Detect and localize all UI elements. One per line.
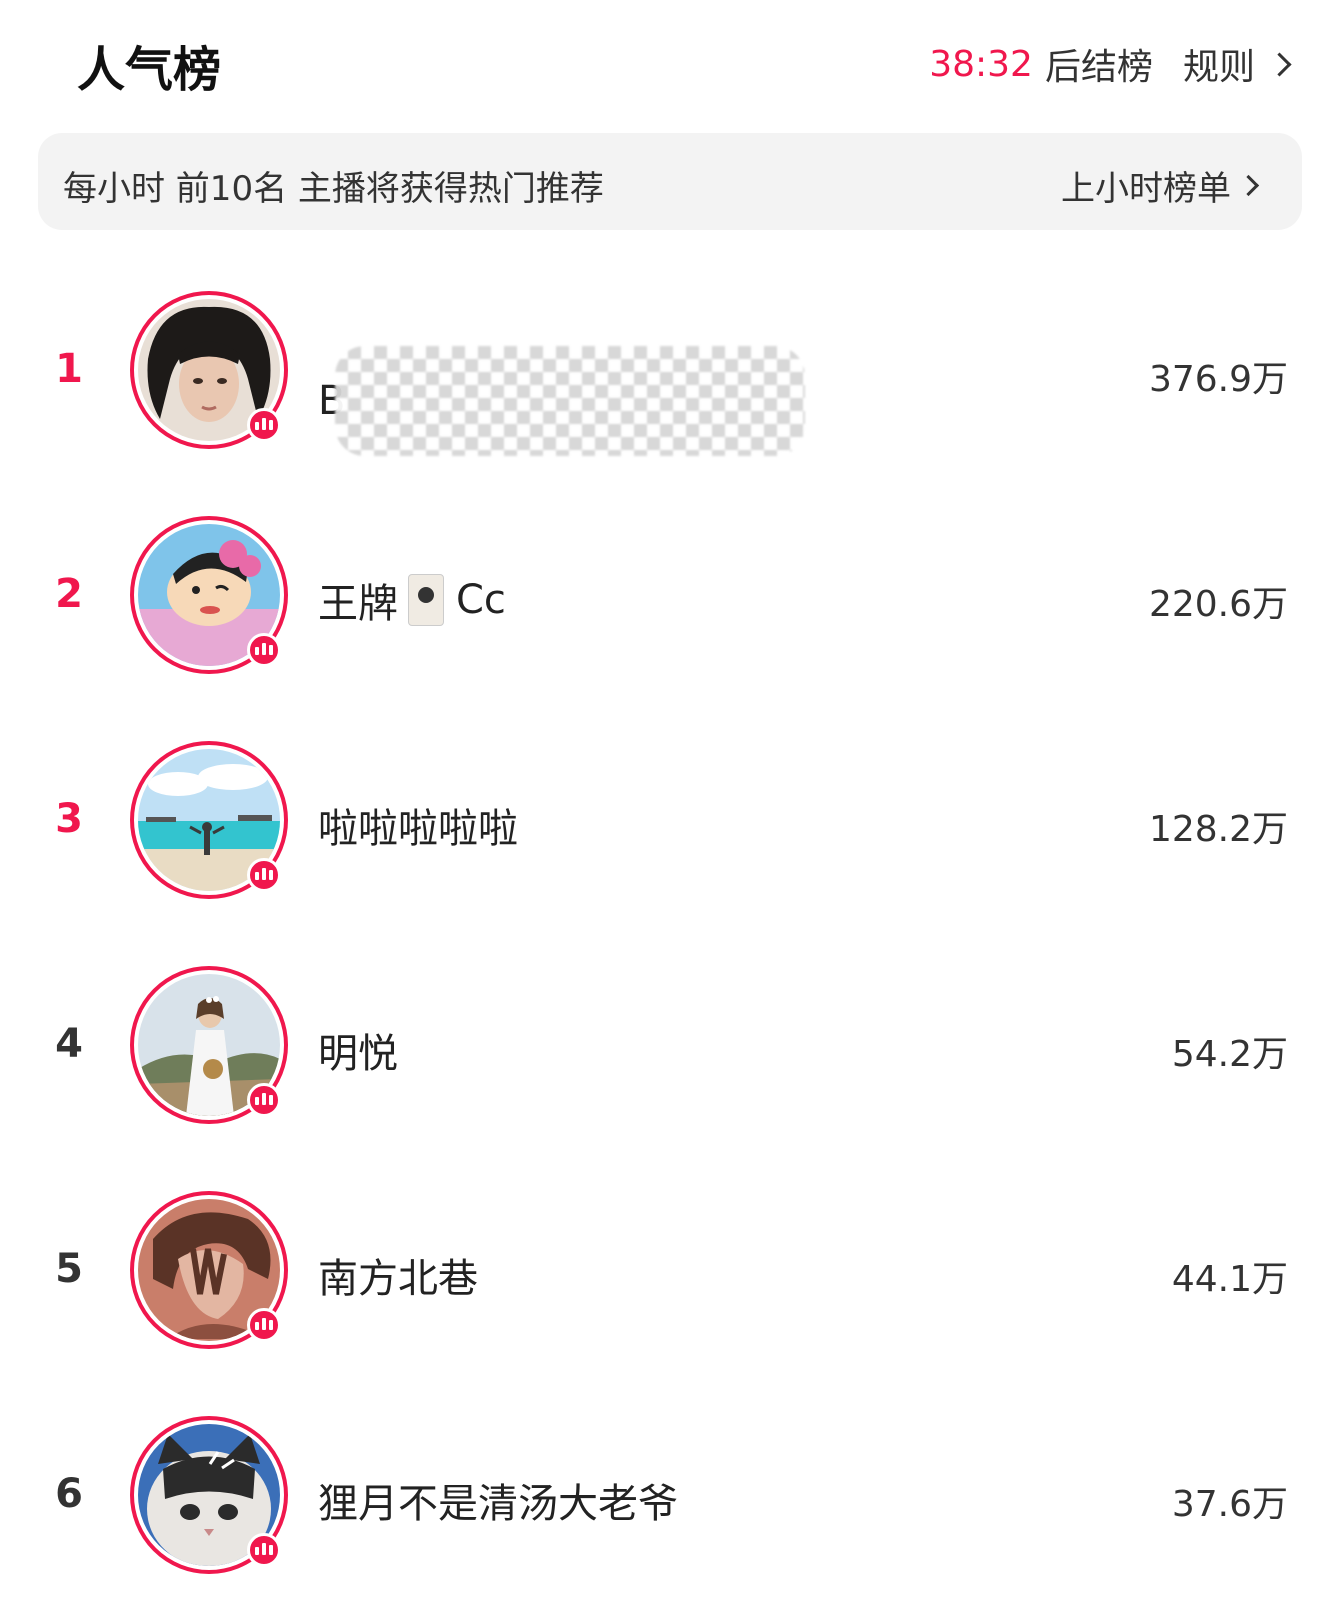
anchor-name: 王牌 Cc <box>318 571 506 629</box>
anchor-name: 南方北巷 <box>318 1246 478 1304</box>
avatar[interactable] <box>130 966 288 1124</box>
live-indicator-icon <box>247 633 281 667</box>
anchor-name-suffix: Cc <box>456 577 506 623</box>
anchor-name: 啦啦啦啦啦 <box>318 796 518 854</box>
ranking-row[interactable]: 3 啦啦啦啦啦 128.2万 <box>0 708 1320 933</box>
ranking-row[interactable]: 5 南方北巷 44.1万 <box>0 1158 1320 1383</box>
joker-card-icon <box>408 574 444 626</box>
avatar[interactable] <box>130 1416 288 1574</box>
popularity-score: 220.6万 <box>1148 584 1288 625</box>
avatar[interactable] <box>130 1191 288 1349</box>
rank-number: 2 <box>55 571 83 617</box>
anchor-name: 狸月不是清汤大老爷 <box>318 1471 678 1529</box>
live-indicator-icon <box>247 1308 281 1342</box>
countdown-suffix: 后结榜 <box>1044 47 1153 88</box>
last-hour-ranking-link[interactable]: 上小时榜单 <box>1061 161 1260 210</box>
rank-number: 5 <box>55 1246 83 1292</box>
page-title: 人气榜 <box>77 42 222 98</box>
avatar[interactable] <box>130 516 288 674</box>
anchor-name: B <box>318 346 806 456</box>
ranking-row[interactable]: 4 明悦 54.2万 <box>0 933 1320 1158</box>
header-right: 38:32 后结榜 规则 <box>929 38 1292 90</box>
ranking-row[interactable]: 2 王牌 Cc 220.6万 <box>0 483 1320 708</box>
ranking-row[interactable]: 1 B 376.9万 <box>0 258 1320 483</box>
header: 人气榜 38:32 后结榜 规则 <box>0 0 1320 125</box>
anchor-name: 明悦 <box>318 1021 398 1079</box>
popularity-score: 37.6万 <box>1171 1484 1288 1525</box>
ranking-row[interactable]: 6 狸月不是清汤大老爷 37.6万 <box>0 1383 1320 1608</box>
chevron-right-icon <box>1267 51 1292 77</box>
live-indicator-icon <box>247 1083 281 1117</box>
rules-link[interactable]: 规则 <box>1182 38 1292 90</box>
anchor-name-text: 王牌 <box>318 581 398 627</box>
rank-number: 1 <box>55 346 83 392</box>
chevron-right-icon <box>1237 174 1260 197</box>
anchor-name-text: 南方北巷 <box>318 1256 478 1302</box>
anchor-name-text: 明悦 <box>318 1031 398 1077</box>
live-indicator-icon <box>247 408 281 442</box>
avatar[interactable] <box>130 741 288 899</box>
mosaic-redaction <box>335 346 806 456</box>
live-indicator-icon <box>247 858 281 892</box>
rules-label: 规则 <box>1182 47 1255 88</box>
avatar[interactable] <box>130 291 288 449</box>
live-indicator-icon <box>247 1533 281 1567</box>
popularity-score: 128.2万 <box>1148 809 1288 850</box>
rank-number: 4 <box>55 1021 83 1067</box>
anchor-name-text: 啦啦啦啦啦 <box>318 806 518 852</box>
last-hour-ranking-label: 上小时榜单 <box>1061 169 1231 209</box>
popularity-score: 376.9万 <box>1148 359 1288 400</box>
rank-number: 3 <box>55 796 83 842</box>
anchor-name-text: 狸月不是清汤大老爷 <box>318 1481 678 1527</box>
notice-text: 每小时 前10名 主播将获得热门推荐 <box>63 169 604 209</box>
rank-number: 6 <box>55 1471 83 1517</box>
popularity-score: 54.2万 <box>1171 1034 1288 1075</box>
notice-banner: 每小时 前10名 主播将获得热门推荐 上小时榜单 <box>38 133 1302 230</box>
countdown-timer: 38:32 <box>929 43 1033 85</box>
popularity-score: 44.1万 <box>1171 1259 1288 1300</box>
